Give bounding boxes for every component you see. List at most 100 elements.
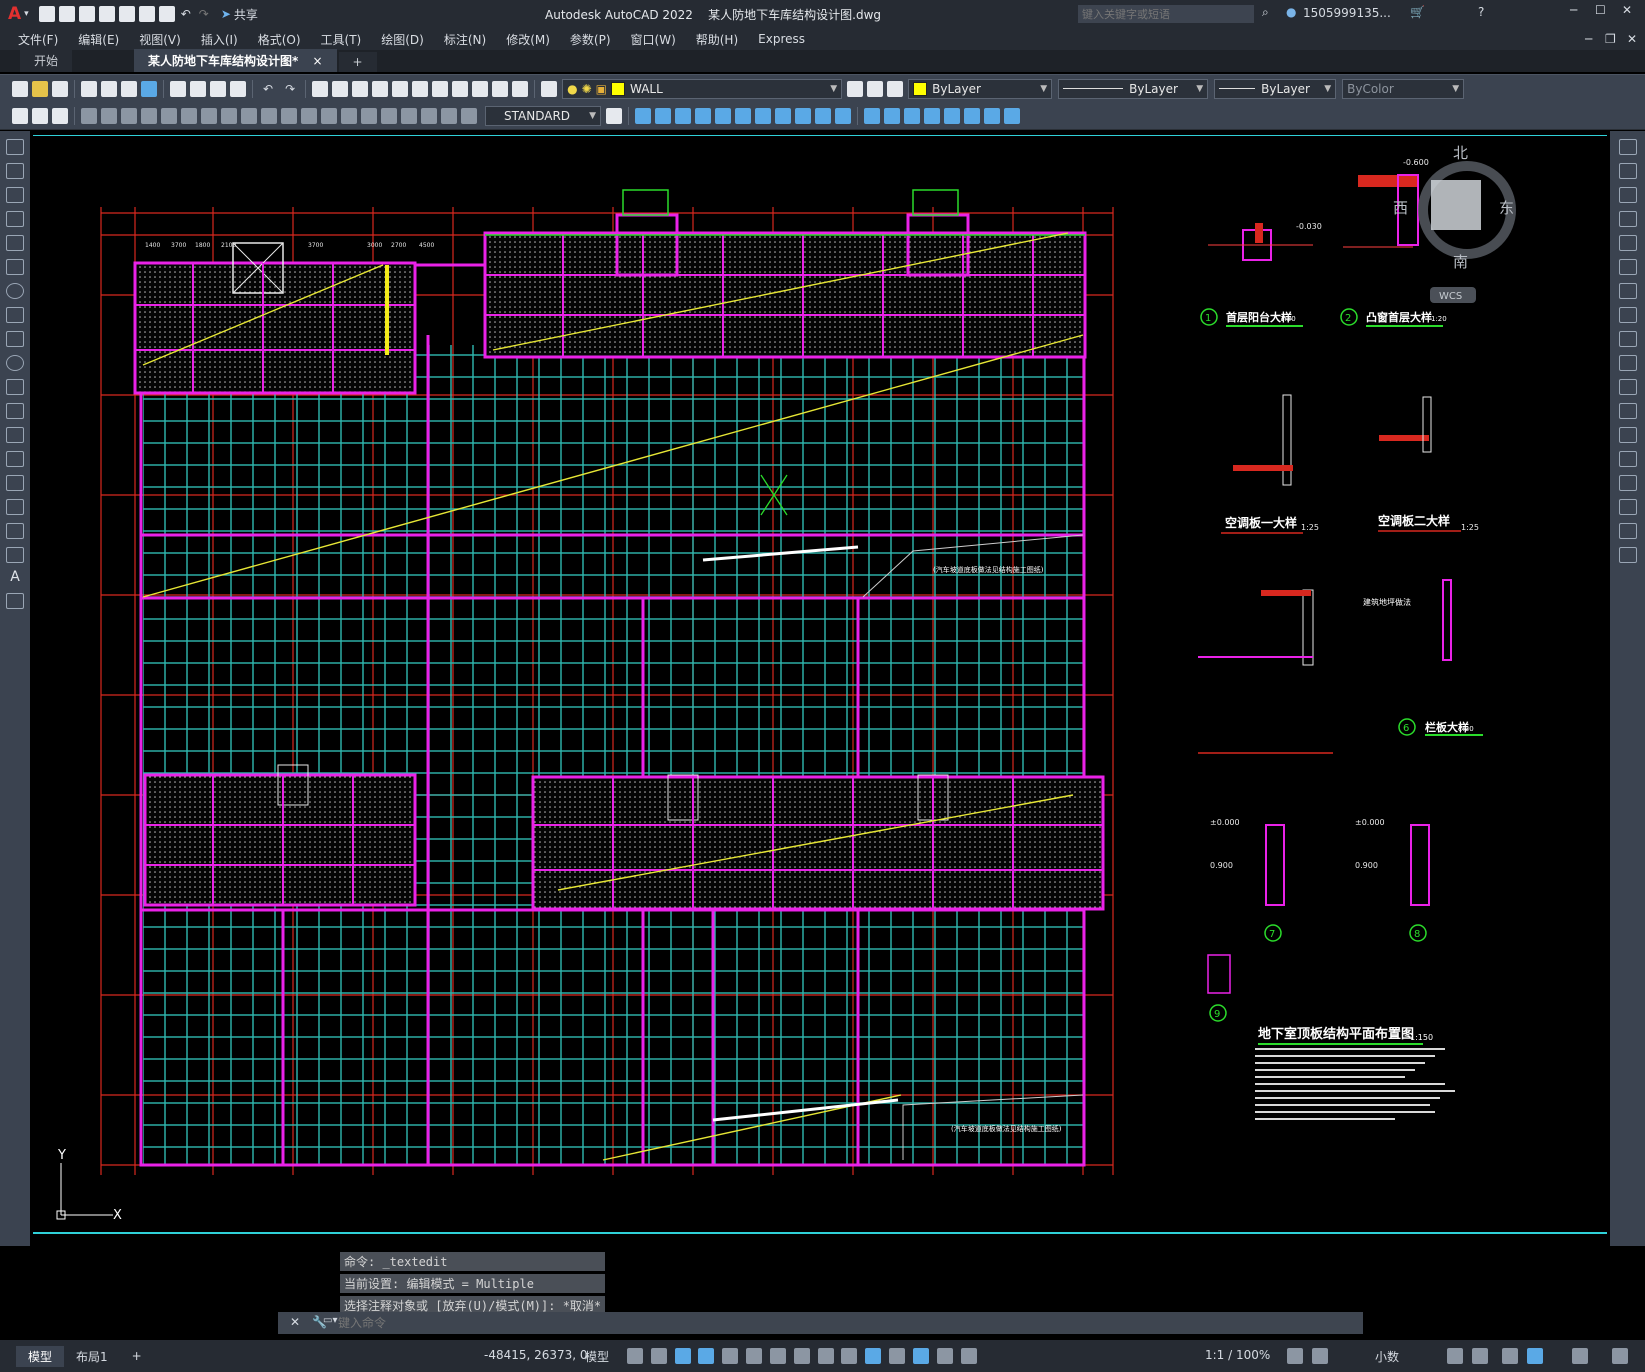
- style-icon-3[interactable]: [52, 107, 68, 124]
- drawing-svg[interactable]: (汽车坡道底板做法见结构施工图纸) (汽车坡道底板做法见结构施工图纸) 1400…: [33, 135, 1607, 1243]
- layer-properties-icon[interactable]: [541, 80, 558, 97]
- view-icon-2[interactable]: [884, 107, 900, 124]
- ellipse-arc-icon[interactable]: [6, 379, 24, 395]
- new-file-icon[interactable]: [38, 6, 55, 22]
- array-icon[interactable]: [1618, 235, 1637, 251]
- cart-icon[interactable]: 🛒: [1410, 5, 1425, 19]
- grid-icon[interactable]: [627, 1348, 643, 1364]
- snap-icon[interactable]: [650, 1348, 667, 1364]
- lineweight-icon[interactable]: [793, 1348, 810, 1364]
- publish-toolbar-icon[interactable]: [121, 80, 137, 97]
- view-icon-4[interactable]: [924, 107, 940, 124]
- menu-view[interactable]: 视图(V): [129, 31, 191, 48]
- style-icon-2[interactable]: [32, 107, 48, 124]
- autoscale-icon[interactable]: [960, 1348, 977, 1364]
- dynamic-ucs-icon[interactable]: [865, 1348, 882, 1364]
- user-icon[interactable]: ●: [1286, 5, 1296, 19]
- plot-icon[interactable]: [158, 6, 175, 22]
- selection-filter-icon[interactable]: [889, 1348, 906, 1364]
- view-icon-5[interactable]: [944, 107, 960, 124]
- share-button[interactable]: 共享: [234, 6, 258, 23]
- fillet-icon[interactable]: [1618, 499, 1637, 515]
- view-icon-8[interactable]: [1004, 107, 1020, 124]
- mtext-icon[interactable]: A: [0, 569, 30, 585]
- coordinates[interactable]: -48415, 26373, 0: [484, 1348, 588, 1362]
- ucs-icon-11[interactable]: [835, 107, 851, 124]
- new-tab-button[interactable]: +: [338, 52, 377, 72]
- dim-aligned-icon[interactable]: [101, 107, 117, 124]
- save-icon[interactable]: [78, 6, 95, 22]
- tolerance-icon[interactable]: [341, 107, 357, 124]
- close-button[interactable]: ✕: [1622, 3, 1632, 17]
- view-icon-6[interactable]: [964, 107, 980, 124]
- dim-text-edit-icon[interactable]: [441, 107, 457, 124]
- undo-toolbar-icon[interactable]: ↶: [263, 82, 273, 96]
- selection-cycling-icon[interactable]: [841, 1348, 858, 1364]
- design-center-icon[interactable]: [412, 80, 429, 97]
- search-box[interactable]: [1078, 5, 1254, 23]
- customize-status-icon[interactable]: [1612, 1348, 1628, 1364]
- layer-state-icon[interactable]: [887, 80, 904, 97]
- tab-drawing[interactable]: 某人防地下车库结构设计图* ×: [134, 49, 337, 72]
- dim-arc-icon[interactable]: [121, 107, 137, 124]
- add-selected-icon[interactable]: [6, 593, 24, 609]
- quick-dim-icon[interactable]: [241, 107, 257, 124]
- menu-tools[interactable]: 工具(T): [311, 31, 372, 48]
- explode-icon[interactable]: [1618, 547, 1637, 563]
- calculator-icon[interactable]: [492, 80, 509, 97]
- doc-close-button[interactable]: ✕: [1627, 32, 1637, 46]
- offset-icon[interactable]: [1618, 211, 1637, 227]
- zoom-realtime-icon[interactable]: [332, 80, 349, 97]
- redo-toolbar-icon[interactable]: ↷: [285, 82, 295, 96]
- ucs-icon-7[interactable]: [755, 107, 771, 124]
- lock-ui-icon[interactable]: [1472, 1348, 1488, 1364]
- workspace-gear-icon[interactable]: [1287, 1348, 1303, 1364]
- layer-previous-icon[interactable]: [867, 80, 884, 97]
- help-icon[interactable]: ?: [1478, 5, 1484, 19]
- doc-minimize-button[interactable]: ─: [1585, 32, 1592, 46]
- sheet-set-icon[interactable]: [452, 80, 469, 97]
- paste-icon[interactable]: [210, 80, 226, 97]
- trim-icon[interactable]: [1618, 355, 1637, 371]
- isolate-objects-icon[interactable]: [1502, 1348, 1518, 1364]
- dim-radius-icon[interactable]: [161, 107, 177, 124]
- break-icon[interactable]: [1618, 427, 1637, 443]
- dim-angular-icon[interactable]: [221, 107, 237, 124]
- cut-icon[interactable]: [170, 80, 186, 97]
- help-toolbar-icon[interactable]: [512, 80, 529, 97]
- polar-icon[interactable]: [698, 1348, 715, 1364]
- publish-icon[interactable]: [118, 6, 135, 22]
- autocad-logo-icon[interactable]: A: [8, 4, 21, 24]
- dim-jogged-icon[interactable]: [181, 107, 197, 124]
- ucs-icon-10[interactable]: [815, 107, 831, 124]
- make-block-icon[interactable]: [6, 427, 24, 443]
- text-style-dropdown[interactable]: STANDARD ▼: [485, 105, 601, 126]
- dim-break-icon[interactable]: [321, 107, 337, 124]
- dim-baseline-icon[interactable]: [261, 107, 277, 124]
- dim-update-icon[interactable]: [461, 107, 477, 124]
- linetype-dropdown[interactable]: ByLayer ▼: [1058, 78, 1209, 99]
- maximize-button[interactable]: ☐: [1595, 3, 1606, 17]
- rectangle-icon[interactable]: [6, 235, 24, 251]
- erase-icon[interactable]: [1618, 139, 1637, 155]
- redo-icon[interactable]: ↷: [199, 7, 209, 21]
- menu-window[interactable]: 窗口(W): [621, 31, 686, 48]
- plotstyle-dropdown[interactable]: ByColor ▼: [1342, 78, 1465, 99]
- zoom-previous-icon[interactable]: [372, 80, 389, 97]
- transparency-icon[interactable]: [817, 1348, 834, 1364]
- dim-diameter-icon[interactable]: [201, 107, 217, 124]
- menu-edit[interactable]: 编辑(E): [68, 31, 129, 48]
- app-menu-arrow-icon[interactable]: ▾: [24, 9, 29, 19]
- model-space-button[interactable]: 模型: [585, 1348, 609, 1365]
- ucs-icon-5[interactable]: [715, 107, 731, 124]
- hatch-icon[interactable]: [6, 475, 24, 491]
- ucs-icon-2[interactable]: [655, 107, 671, 124]
- menu-insert[interactable]: 插入(I): [191, 31, 248, 48]
- tab-model[interactable]: 模型: [16, 1345, 65, 1367]
- ucs-icon-9[interactable]: [795, 107, 811, 124]
- add-layout-button[interactable]: +: [120, 1347, 154, 1365]
- tab-start[interactable]: 开始: [20, 49, 73, 72]
- tab-close-icon[interactable]: ×: [312, 54, 322, 68]
- construction-line-icon[interactable]: [6, 163, 24, 179]
- command-line[interactable]: ✕ 🔧 ▭▾: [278, 1312, 1363, 1334]
